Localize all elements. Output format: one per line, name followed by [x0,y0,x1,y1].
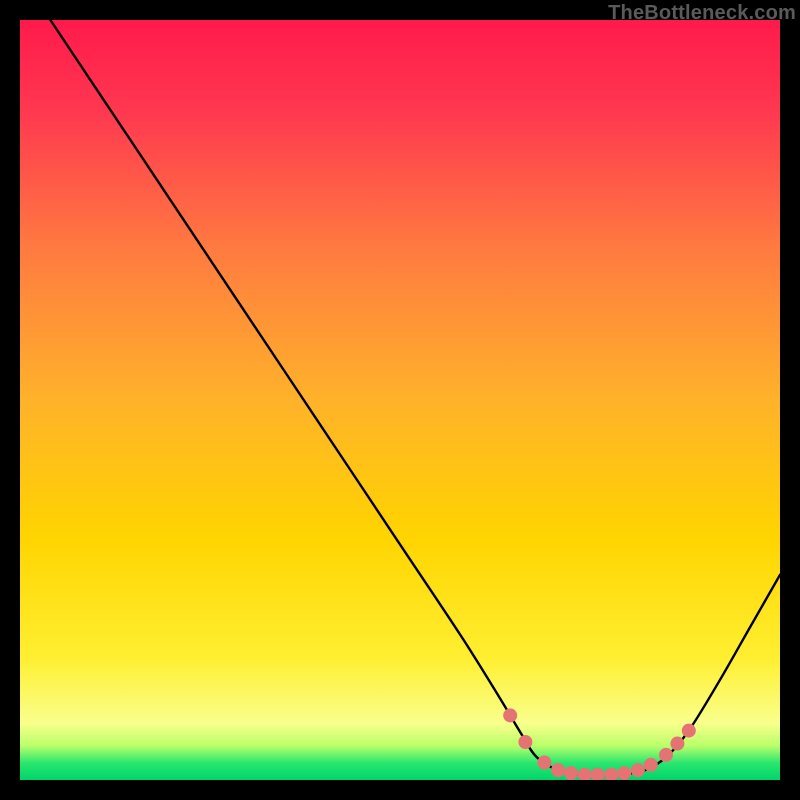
watermark-text: TheBottleneck.com [608,2,796,25]
marker-dot [659,748,673,762]
marker-dot [551,763,565,777]
marker-dot [617,766,631,780]
marker-dot [644,758,658,772]
marker-dot [682,724,696,738]
gradient-background [20,20,780,780]
marker-dot [670,737,684,751]
marker-dot [503,708,517,722]
marker-dot [537,756,551,770]
bottleneck-line-chart [20,20,780,780]
marker-dot [518,735,532,749]
chart-frame: TheBottleneck.com [0,0,800,800]
marker-dot [564,766,578,780]
marker-dot [631,763,645,777]
